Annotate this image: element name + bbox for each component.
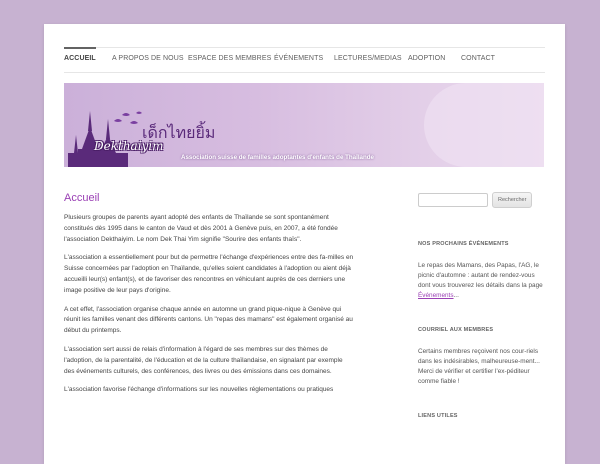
main-navigation: ACCUEIL A PROPOS DE NOUS ESPACE DES MEMB… (64, 47, 545, 73)
widget-title-events: NOS PROCHAINS ÉVÉNEMENTS (418, 241, 509, 247)
page-container: ACCUEIL A PROPOS DE NOUS ESPACE DES MEMB… (44, 24, 565, 464)
widget-text-events: Le repas des Mamans, des Papas, l'AG, le… (418, 261, 545, 301)
widget-text-email: Certains membres reçoivent nos cour-riel… (418, 348, 540, 385)
events-link[interactable]: Événements (418, 292, 454, 299)
sidebar: Rechercher NOS PROCHAINS ÉVÉNEMENTS Le r… (418, 192, 545, 433)
nav-item-a-propos[interactable]: A PROPOS DE NOUS (112, 55, 184, 62)
widget-title-links: LIENS UTILES (418, 413, 458, 419)
nav-item-lectures-medias[interactable]: LECTURES/MEDIAS (334, 55, 402, 62)
search-button[interactable]: Rechercher (492, 192, 533, 208)
logo-latin-text: Dekthaiyim (94, 139, 164, 153)
page-title: Accueil (64, 192, 100, 204)
search-input[interactable] (418, 193, 488, 207)
nav-item-adoption[interactable]: ADOPTION (408, 55, 445, 62)
content-paragraph: L'association a essentiellement pour but… (64, 254, 354, 294)
content-paragraph: L'association favorise l'échange d'infor… (64, 386, 334, 394)
temple-silhouette-icon (68, 111, 142, 167)
nav-item-accueil[interactable]: ACCUEIL (64, 47, 96, 62)
widget-events-body: Le repas des Mamans, des Papas, l'AG, le… (418, 262, 543, 289)
nav-item-evenements[interactable]: ÉVÉNEMENTS (274, 55, 323, 62)
search-form: Rechercher (418, 192, 545, 208)
header-banner[interactable]: เด็กไทยยิ้ม Dekthaiyim Association suiss… (64, 83, 544, 167)
banner-decoration (424, 83, 544, 167)
widget-title-email: COURRIEL AUX MEMBRES (418, 327, 494, 333)
nav-item-espace-membres[interactable]: ESPACE DES MEMBRES (188, 55, 271, 62)
banner-tagline: Association suisse de familles adoptante… (181, 154, 374, 161)
content-paragraph: L'association sert aussi de relais d'inf… (64, 345, 343, 375)
content-paragraph: A cet effet, l'association organise chaq… (64, 305, 353, 335)
content-paragraph: Plusieurs groupes de parents ayant adopt… (64, 214, 338, 243)
nav-item-contact[interactable]: CONTACT (461, 55, 495, 62)
widget-events-ellipsis: ... (453, 292, 459, 299)
main-content: Accueil Plusieurs groupes de parents aya… (64, 192, 354, 404)
